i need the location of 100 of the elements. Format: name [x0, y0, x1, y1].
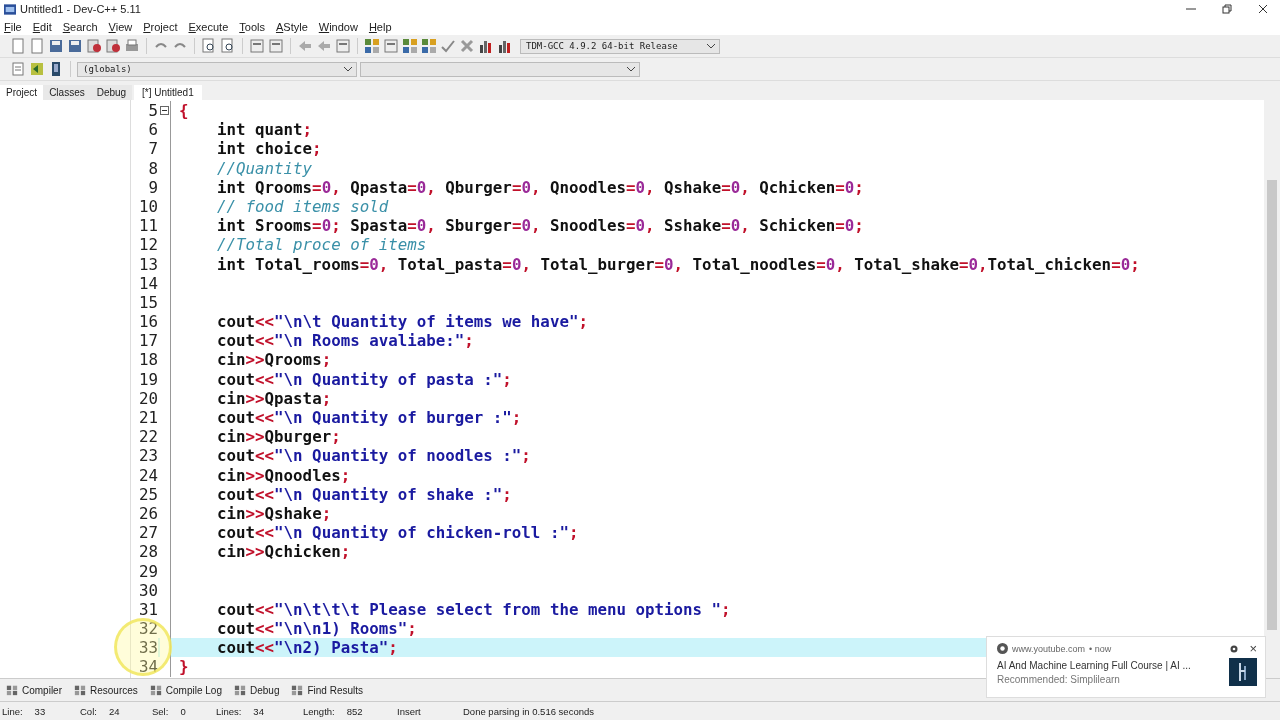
code-line: cout<<"\n Quantity of pasta :";: [216, 369, 512, 389]
grid-icon: [291, 684, 304, 696]
search-icon[interactable]: [220, 38, 236, 54]
menu-item[interactable]: Project: [143, 20, 178, 33]
menu-item[interactable]: Tools: [239, 20, 265, 33]
code-line: cin>>Qshake;: [216, 503, 332, 524]
menu-item[interactable]: View: [108, 20, 133, 33]
compiler-dropdown[interactable]: TDM-GCC 4.9.2 64-bit Release: [520, 38, 720, 54]
panel-icon[interactable]: [335, 38, 351, 54]
code-line: cout<<"\n Rooms avaliabe:";: [216, 331, 474, 351]
code-line: cout<<"\n Quantity of burger :";: [216, 408, 522, 428]
browser-icon: [997, 643, 1008, 654]
editor-tab[interactable]: [*] Untitled1: [134, 85, 202, 100]
scrollbar[interactable]: [1264, 100, 1280, 678]
code-line: cin>>Qchicken;: [216, 542, 351, 562]
scope-dropdown[interactable]: (globals): [77, 61, 357, 77]
menu-item[interactable]: Window: [318, 20, 358, 33]
chart-icon[interactable]: [478, 38, 494, 54]
panel-icon[interactable]: [268, 38, 284, 54]
grid-icon: [6, 684, 18, 696]
code-line: int Total_rooms=0, Total_pasta=0, Total_burger=0, Total_noodles=0, Total_shake=0,Total_chicken=0;: [216, 254, 1140, 274]
status-value: 34: [253, 705, 264, 717]
menu-item[interactable]: Edit: [32, 20, 52, 33]
status-value: 33: [34, 705, 46, 717]
notification-subtitle: Recommended: Simplilearn: [997, 673, 1121, 685]
code-line: cin>>Qburger;: [216, 427, 341, 447]
code-line: cout<<"\n2) Pasta";: [216, 638, 398, 658]
grid-icon: [149, 684, 162, 696]
line-number: 33: [131, 638, 158, 658]
code-line: int Qrooms=0, Qpasta=0, Qburger=0, Qnoodles=0, Qshake=0, Qchicken=0;: [216, 177, 864, 197]
status-label: Line:: [2, 705, 23, 717]
grid-icon: [234, 684, 246, 696]
search-icon[interactable]: [201, 38, 217, 54]
status-value: Insert: [397, 705, 421, 717]
status-label: Lines:: [216, 705, 242, 717]
fold-margin: [160, 638, 171, 658]
code-line: cout<<"\n\t Quantity of items we have";: [216, 312, 588, 332]
fold-icon[interactable]: [160, 106, 169, 116]
save-all-icon[interactable]: [67, 38, 83, 54]
close-file-icon[interactable]: [86, 38, 102, 54]
code-line: cout<<"\n Quantity of chicken-roll :";: [216, 523, 579, 543]
close-icon[interactable]: [1258, 4, 1268, 14]
check-icon[interactable]: [440, 38, 456, 54]
code-line: //Total proce of items: [216, 235, 427, 255]
menu-item[interactable]: Help: [368, 20, 392, 33]
menu-item[interactable]: AStyle: [275, 20, 308, 33]
code-line: {: [179, 101, 189, 121]
save-icon[interactable]: [48, 38, 64, 54]
code-line: // food items sold: [216, 196, 389, 217]
grid-icon: [74, 684, 86, 696]
code-line: cout<<"\n\t\t\t Please select from the menu options ";: [216, 599, 731, 620]
notification-title: AI And Machine Learning Full Course | AI ...: [997, 659, 1192, 671]
new-file-icon[interactable]: [10, 38, 26, 54]
chart-icon[interactable]: [497, 38, 513, 54]
panel-icon[interactable]: [383, 38, 399, 54]
status-value: 852: [346, 705, 363, 717]
code-line: cout<<"\n Quantity of noodles :";: [216, 446, 531, 466]
scrollbar-thumb[interactable]: [1267, 180, 1277, 630]
menu-item[interactable]: Search: [62, 20, 98, 33]
status-value: 24: [108, 705, 120, 717]
app-icon: [4, 3, 16, 15]
status-value: Done parsing in 0.516 seconds: [463, 705, 594, 717]
output-tab[interactable]: Debug: [234, 684, 280, 696]
grid-icon[interactable]: [421, 38, 437, 54]
notification-source: www.youtube.com: [1012, 643, 1086, 654]
code-line: cin>>Qrooms;: [216, 350, 332, 370]
panel-tab[interactable]: Project: [0, 85, 44, 100]
window-title: Untitled1 - Dev-C++ 5.11: [20, 3, 141, 15]
status-value: 0: [180, 705, 186, 717]
status-label: Sel:: [152, 705, 169, 717]
settings-icon[interactable]: [1229, 643, 1240, 654]
panel-tab[interactable]: Classes: [43, 85, 91, 100]
print-icon[interactable]: [124, 38, 140, 54]
caret-icon: [707, 43, 715, 49]
code-line: int quant;: [216, 120, 313, 140]
code-line: cout<<"\n\n1) Rooms";: [216, 619, 417, 639]
menu-item[interactable]: Execute: [188, 20, 229, 33]
output-tab[interactable]: Resources: [74, 684, 138, 696]
close-file-icon[interactable]: [105, 38, 121, 54]
output-tab[interactable]: Find Results: [291, 684, 364, 696]
caret-icon: [344, 66, 352, 72]
status-label: Col:: [80, 705, 97, 717]
close-button[interactable]: ×: [1249, 643, 1257, 654]
grid-icon[interactable]: [364, 38, 380, 54]
maximize-icon[interactable]: [1222, 4, 1232, 14]
code-line: //Quantity: [216, 158, 313, 178]
status-label: Length:: [303, 705, 335, 717]
output-tab[interactable]: Compiler: [6, 684, 62, 696]
panel-icon[interactable]: [249, 38, 265, 54]
code-line: }: [179, 657, 189, 677]
grid-icon[interactable]: [402, 38, 418, 54]
notification-time: • now: [1089, 643, 1112, 654]
caret-icon: [627, 66, 635, 72]
new-file-icon[interactable]: [29, 38, 45, 54]
code-line: cin>>Qnoodles;: [216, 465, 351, 485]
output-tab[interactable]: Compile Log: [149, 684, 222, 696]
cursor-highlight: [114, 618, 172, 676]
menu-item[interactable]: File: [4, 20, 22, 33]
panel-tab[interactable]: Debug: [90, 85, 133, 100]
code-line: cin>>Qpasta;: [216, 388, 332, 408]
